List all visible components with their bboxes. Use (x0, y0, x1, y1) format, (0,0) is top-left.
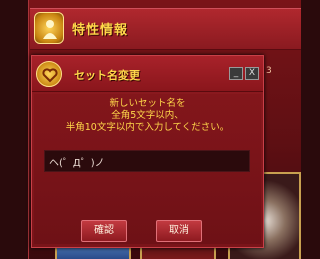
instruction-text: 新しいセット名を 全角5文字以内、 半角10文字以内で入力してください。 (34, 98, 261, 134)
background-suffix-text: 3 (266, 66, 272, 76)
person-sun-icon (34, 12, 64, 44)
minimize-button[interactable]: _ (229, 67, 243, 80)
heart-magnifier-icon (36, 61, 62, 87)
confirm-button[interactable]: 確認 (81, 220, 127, 242)
rename-set-dialog: セット名変更 _ X 新しいセット名を 全角5文字以内、 半角10文字以内で入力… (31, 55, 264, 248)
dialog-title: セット名変更 (74, 69, 140, 82)
close-button[interactable]: X (245, 67, 259, 80)
set-name-input[interactable] (44, 150, 250, 172)
trait-info-header[interactable] (30, 8, 301, 50)
instruction-line-1: 新しいセット名を (109, 98, 186, 109)
dialog-body: 新しいセット名を 全角5文字以内、 半角10文字以内で入力してください。 確認 … (34, 94, 261, 244)
instruction-line-3: 半角10文字以内で入力してください。 (65, 122, 230, 133)
cancel-button[interactable]: 取消 (156, 220, 202, 242)
dialog-header: セット名変更 _ X (32, 56, 263, 92)
instruction-line-2: 全角5文字以内、 (111, 110, 184, 121)
trait-info-title: 特性情報 (72, 23, 129, 38)
